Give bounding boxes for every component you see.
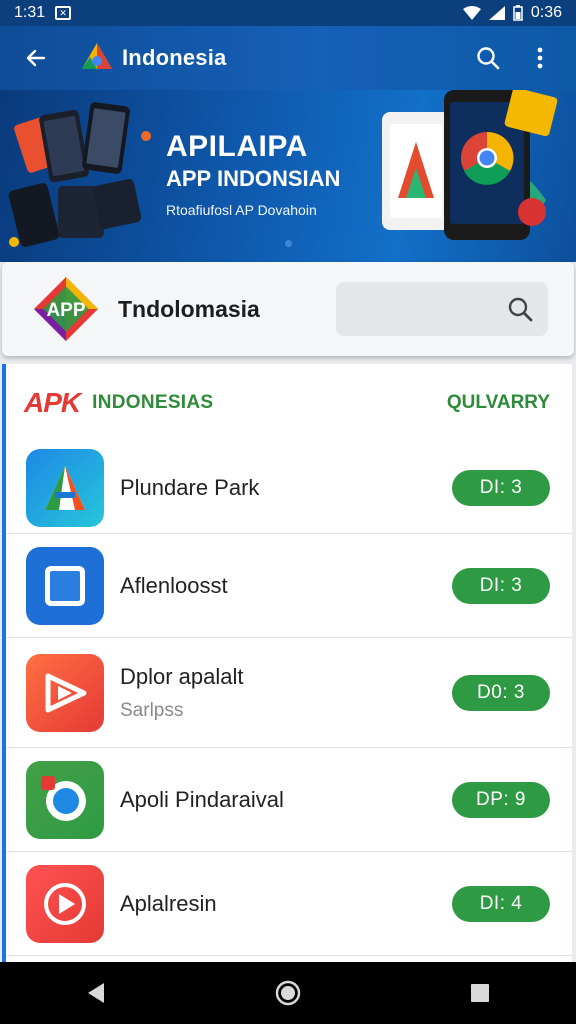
app-list-item[interactable]: Dplor apalalt Sarlpss D0: 3 bbox=[6, 638, 572, 748]
app-name: Apoli Pindaraival bbox=[120, 786, 284, 812]
arrow-back-icon bbox=[26, 49, 46, 67]
status-time: 1:31 bbox=[14, 4, 46, 21]
back-button[interactable] bbox=[16, 38, 56, 78]
banner-devices-illustration bbox=[382, 90, 558, 240]
app-list-item[interactable]: Aplalresin DI: 4 bbox=[6, 852, 572, 956]
app-store-logo-text: APP bbox=[46, 300, 85, 321]
app-bar: Indonesia bbox=[0, 26, 576, 90]
app-list-item[interactable]: Plundare Park DI: 3 bbox=[6, 442, 572, 534]
card-title: Tndolomasia bbox=[118, 295, 260, 322]
app-badge-button[interactable]: DI: 4 bbox=[452, 885, 550, 922]
wifi-icon bbox=[462, 6, 481, 20]
signal-icon bbox=[488, 6, 505, 20]
app-icon bbox=[26, 864, 104, 943]
app-info: Dplor apalalt Sarlpss bbox=[120, 664, 452, 722]
status-clock: 0:36 bbox=[530, 4, 562, 21]
app-info: Aflenloosst bbox=[120, 573, 452, 599]
app-badge-button[interactable]: D0: 3 bbox=[452, 674, 550, 711]
app-name: Aflenloosst bbox=[120, 572, 228, 598]
search-icon bbox=[477, 47, 500, 70]
overflow-menu-button[interactable] bbox=[520, 38, 560, 78]
app-icon bbox=[26, 546, 104, 625]
app-icon bbox=[26, 760, 104, 839]
system-nav-bar bbox=[0, 962, 576, 1024]
app-name: Aplalresin bbox=[120, 890, 217, 916]
chat-bubble-icon bbox=[41, 775, 86, 821]
banner-subtitle: APP INDONSIAN bbox=[166, 166, 341, 191]
app-info: Plundare Park bbox=[120, 475, 452, 501]
banner-caption: Rtoafiufosl AP Dovahoin bbox=[166, 202, 317, 218]
apk-logo: APK bbox=[24, 387, 81, 418]
app-list-item[interactable]: Apoli Pindaraival DP: 9 bbox=[6, 748, 572, 852]
nav-home-button[interactable] bbox=[268, 973, 308, 1013]
banner-phones-illustration bbox=[8, 102, 151, 247]
app-info: Aplalresin bbox=[120, 891, 452, 917]
app-list-item[interactable]: Aflenloosst DI: 3 bbox=[6, 534, 572, 638]
list-header: APK INDONESIAS QULVARRY bbox=[6, 364, 572, 442]
list-header-title: INDONESIAS bbox=[92, 392, 214, 413]
status-bar: 1:31 ✕ 0:36 bbox=[0, 0, 576, 26]
notification-icon: ✕ bbox=[55, 6, 72, 20]
app-store-logo-icon: APP bbox=[34, 277, 98, 341]
banner-title: APILAIPA bbox=[166, 130, 308, 163]
banner-page-indicator bbox=[285, 240, 292, 247]
app-name: Dplor apalalt bbox=[120, 663, 244, 689]
square-app-icon bbox=[45, 565, 85, 606]
app-icon bbox=[26, 653, 104, 732]
nav-home-icon bbox=[275, 980, 301, 1006]
app-info: Apoli Pindaraival bbox=[120, 787, 452, 813]
app-badge-button[interactable]: DI: 3 bbox=[452, 469, 550, 506]
nav-recents-icon bbox=[471, 984, 489, 1002]
app-list-panel: APK INDONESIAS QULVARRY Plundare Park DI… bbox=[2, 364, 572, 964]
play-circle-icon bbox=[44, 882, 86, 925]
app-logo-icon bbox=[82, 43, 112, 69]
app-badge-button[interactable]: DP: 9 bbox=[452, 781, 550, 818]
search-field[interactable] bbox=[336, 282, 548, 336]
list-header-action[interactable]: QULVARRY bbox=[447, 392, 550, 414]
search-icon bbox=[508, 297, 533, 322]
search-card: APP Tndolomasia bbox=[2, 262, 574, 356]
app-icon bbox=[26, 448, 104, 527]
app-subtitle: Sarlpss bbox=[120, 699, 184, 721]
banner-text: APILAIPA APP INDONSIAN Rtoafiufosl AP Do… bbox=[166, 130, 340, 218]
nav-back-button[interactable] bbox=[76, 973, 116, 1013]
nav-recents-button[interactable] bbox=[460, 973, 500, 1013]
more-vert-icon bbox=[537, 47, 543, 69]
search-button[interactable] bbox=[468, 38, 508, 78]
app-name: Plundare Park bbox=[120, 474, 260, 500]
battery-icon bbox=[513, 5, 523, 21]
promo-banner[interactable]: APILAIPA APP INDONSIAN Rtoafiufosl AP Do… bbox=[0, 90, 576, 262]
app-a-icon bbox=[45, 465, 85, 510]
app-title: Indonesia bbox=[122, 45, 227, 70]
app-badge-button[interactable]: DI: 3 bbox=[452, 567, 550, 604]
play-video-icon bbox=[45, 673, 87, 712]
nav-back-icon bbox=[88, 983, 104, 1003]
